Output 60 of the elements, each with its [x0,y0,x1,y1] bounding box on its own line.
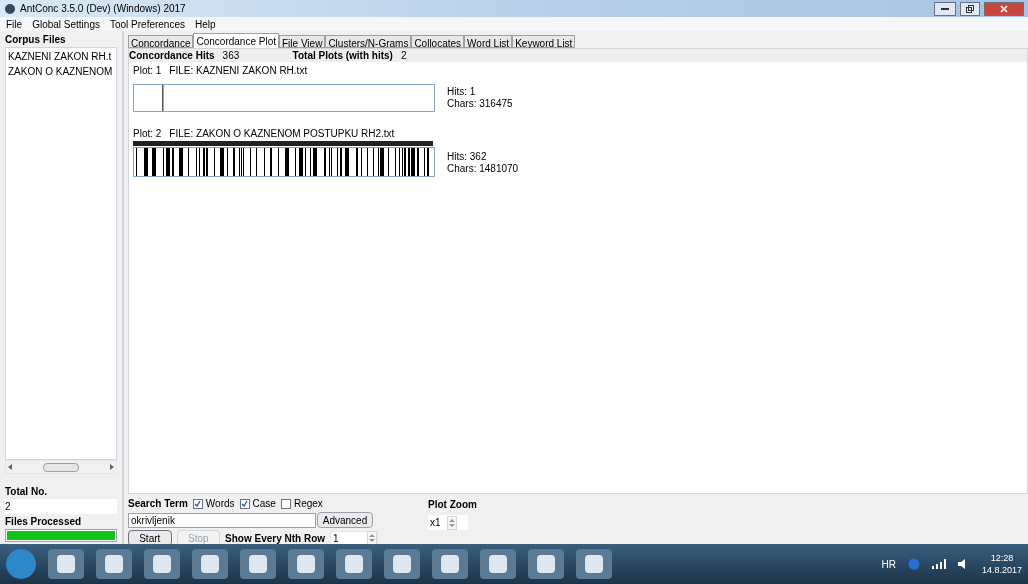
nth-row-label: Show Every Nth Row [225,531,326,546]
plot-zoom-label: Plot Zoom [428,498,477,512]
start-orb-icon[interactable] [6,549,36,579]
checkbox[interactable] [239,498,250,509]
total-plots-label: Total Plots (with hits) [292,49,393,63]
menu-item[interactable]: Global Settings [32,16,100,32]
plot-file-name: FILE: KAZNENI ZAKON RH.txt [169,64,308,78]
search-term-label: Search Term [128,497,188,511]
checkbox-label: Regex [293,497,323,511]
nth-row-field[interactable]: 1 [330,531,378,545]
menu-item[interactable]: File [6,16,23,32]
files-processed-label: Files Processed [5,515,83,529]
advanced-button[interactable]: Advanced [317,512,373,528]
app-icon [4,2,16,15]
checkbox-label: Words [205,497,235,511]
plot-chars: Chars: 1481070 [447,163,519,175]
search-field[interactable]: okrivljenik [128,512,316,528]
signal-icon[interactable] [931,559,946,569]
checkbox[interactable] [280,498,291,509]
minimize-icon [941,7,949,10]
tab[interactable]: Collocates [411,35,465,48]
menu-item[interactable]: Tool Preferences [109,16,185,32]
plot-zoom-field[interactable]: x1 [428,515,468,530]
restore-icon [966,4,974,13]
plot-hits: Hits: 1 [447,86,477,98]
horizontal-scrollbar[interactable] [5,460,117,474]
tab[interactable]: Word List [464,35,513,48]
tab[interactable]: File View [279,35,326,48]
scroll-right-icon[interactable] [109,464,114,470]
total-plots-value: 2 [400,49,407,63]
clock-time[interactable]: 12:28 [990,552,1014,564]
checkbox-label: Case [252,497,276,511]
tab[interactable]: Keyword List [512,35,576,48]
hits-value: 363 [222,49,241,63]
tab[interactable]: Concordance [128,35,194,48]
window-title: AntConc 3.5.0 (Dev) (Windows) 2017 [20,2,186,16]
restore-button[interactable] [960,1,980,16]
plot-file-name: FILE: ZAKON O KAZNENOM POSTUPKU RH2.txt [169,127,395,141]
plot-chars: Chars: 316475 [447,98,513,110]
close-icon [1000,4,1008,13]
tab[interactable]: Concordance Plot [193,33,279,48]
menu-item[interactable]: Help [195,16,216,32]
spinner-arrows-icon[interactable] [367,531,377,545]
language-indicator[interactable]: HR [881,556,896,572]
scroll-left-icon[interactable] [8,464,13,470]
clock-date[interactable]: 14.8.2017 [981,564,1022,576]
corpus-file-item[interactable]: ZAKON O KAZNENOM [6,64,116,79]
hit-lines-drawing [162,85,164,111]
plot-hits: Hits: 362 [447,151,488,163]
plot-label: Plot: 2 [133,127,162,141]
total-label: Total No. [5,485,49,499]
plot-label: Plot: 1 [133,64,162,78]
total-value: 2 [5,499,117,514]
checkbox[interactable] [192,498,203,509]
hits-label: Concordance Hits [129,49,215,63]
tab[interactable]: Clusters/N-Grams [325,35,412,48]
minimize-button[interactable] [934,1,956,16]
corpus-files-heading: Corpus Files [5,33,67,47]
spinner-arrows-icon[interactable] [446,515,457,530]
corpus-file-item[interactable]: KAZNENI ZAKON RH.t [6,49,116,64]
